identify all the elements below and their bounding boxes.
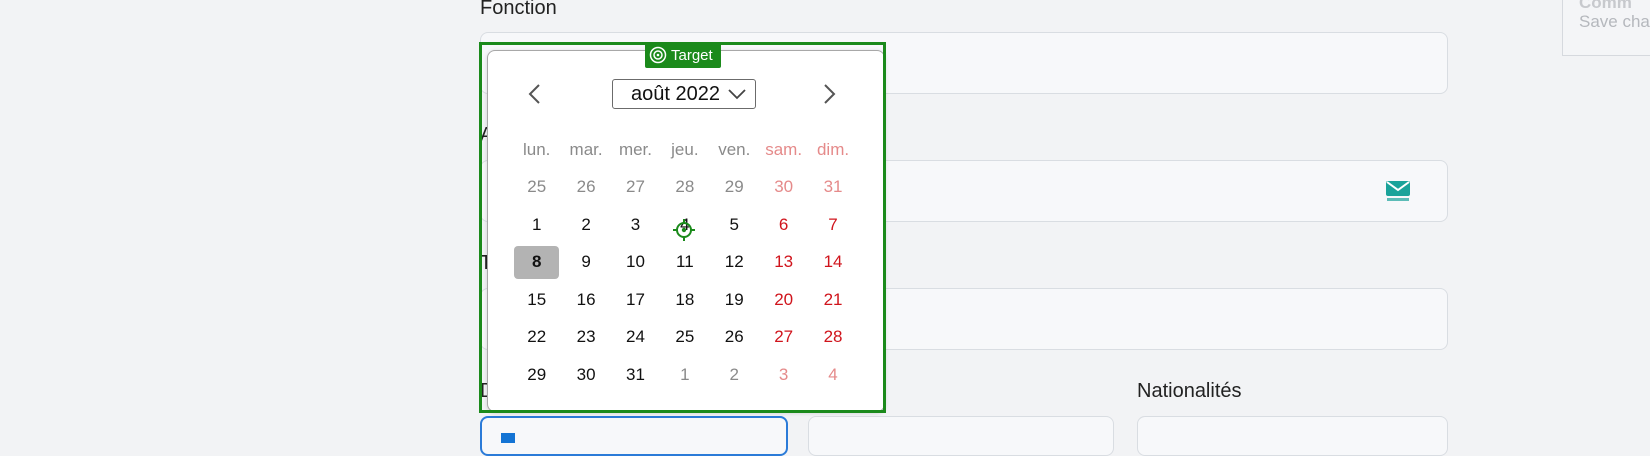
- calendar-day-weekend[interactable]: 13: [759, 244, 808, 282]
- calendar-day-weekend[interactable]: 27: [759, 319, 808, 357]
- crosshair-icon: [673, 219, 695, 241]
- weekday-header: jeu.: [671, 139, 699, 159]
- target-tag: Target: [645, 42, 721, 68]
- month-year-label: août 2022: [631, 82, 720, 105]
- calendar-day-weekend[interactable]: 28: [808, 319, 857, 357]
- calendar-day[interactable]: 3: [611, 206, 660, 244]
- calendar-day[interactable]: 24: [611, 319, 660, 357]
- calendar-day-weekend[interactable]: 7: [808, 206, 857, 244]
- calendar-day[interactable]: 18: [660, 281, 709, 319]
- calendar-day[interactable]: 29: [512, 356, 561, 394]
- target-icon: [649, 46, 667, 64]
- calendar-day[interactable]: 9: [561, 244, 610, 282]
- chevron-left-icon: [528, 84, 540, 104]
- corner-card-subtitle: Save cha: [1579, 12, 1650, 31]
- calendar-day-outside[interactable]: 1: [660, 356, 709, 394]
- calendar-day-outside[interactable]: 25: [512, 169, 561, 207]
- calendar-day[interactable]: 11: [660, 244, 709, 282]
- weekday-header-weekend: dim.: [816, 139, 850, 159]
- calendar-day-outside-weekend[interactable]: 4: [808, 356, 857, 394]
- calendar-day[interactable]: 17: [611, 281, 660, 319]
- weekday-header: mar.: [569, 139, 603, 159]
- nationalites-label: Nationalités: [1137, 380, 1242, 402]
- calendar-day[interactable]: 12: [710, 244, 759, 282]
- calendar-day-outside-weekend[interactable]: 31: [808, 169, 857, 207]
- calendar-day[interactable]: 31: [611, 356, 660, 394]
- calendar-day-selected[interactable]: 8: [512, 244, 561, 282]
- calendar-day[interactable]: 25: [660, 319, 709, 357]
- corner-card: Comm Save cha: [1562, 0, 1650, 56]
- prev-month-button[interactable]: [520, 79, 550, 109]
- nationalites-input[interactable]: [1137, 416, 1448, 456]
- tempmail-icon[interactable]: [1385, 180, 1411, 202]
- target-label: Target: [671, 46, 713, 64]
- calendar-day-weekend[interactable]: 6: [759, 206, 808, 244]
- weekday-header: mer.: [618, 139, 652, 159]
- calendar-day[interactable]: 19: [710, 281, 759, 319]
- calendar-day[interactable]: 22: [512, 319, 561, 357]
- calendar-day-outside[interactable]: 2: [710, 356, 759, 394]
- calendar-day[interactable]: 30: [561, 356, 610, 394]
- calendar-day[interactable]: 23: [561, 319, 610, 357]
- weekday-header: ven.: [718, 139, 751, 159]
- calendar-day-outside-weekend[interactable]: 30: [759, 169, 808, 207]
- calendar-day-outside-weekend[interactable]: 3: [759, 356, 808, 394]
- weekday-header: lun.: [522, 139, 551, 159]
- calendar-day-weekend[interactable]: 20: [759, 281, 808, 319]
- calendar-day[interactable]: 26: [710, 319, 759, 357]
- date-input[interactable]: [480, 416, 788, 456]
- calendar-day-weekend[interactable]: 21: [808, 281, 857, 319]
- calendar-day-outside[interactable]: 28: [660, 169, 709, 207]
- calendar-day-weekend[interactable]: 14: [808, 244, 857, 282]
- calendar-day[interactable]: 16: [561, 281, 610, 319]
- calendar-day[interactable]: 1: [512, 206, 561, 244]
- calendar-day-outside[interactable]: 27: [611, 169, 660, 207]
- month-year-select[interactable]: août 2022: [612, 79, 756, 109]
- chevron-down-icon: [728, 89, 746, 100]
- calendar-day[interactable]: 10: [611, 244, 660, 282]
- calendar-day[interactable]: 5: [710, 206, 759, 244]
- chevron-right-icon: [824, 84, 836, 104]
- calendar-day[interactable]: 15: [512, 281, 561, 319]
- calendar-day-outside[interactable]: 29: [710, 169, 759, 207]
- calendar-grid: lun. mar. mer. jeu. ven. sam. dim. 25 26…: [512, 131, 858, 394]
- middle-input[interactable]: [808, 416, 1114, 456]
- fonction-label: Fonction: [480, 0, 557, 19]
- next-month-button[interactable]: [814, 79, 844, 109]
- weekday-header-weekend: sam.: [765, 139, 803, 159]
- calendar-day[interactable]: 2: [561, 206, 610, 244]
- date-input-caret: [501, 433, 515, 443]
- selected-day-label: 8: [514, 245, 560, 279]
- calendar-day-outside[interactable]: 26: [561, 169, 610, 207]
